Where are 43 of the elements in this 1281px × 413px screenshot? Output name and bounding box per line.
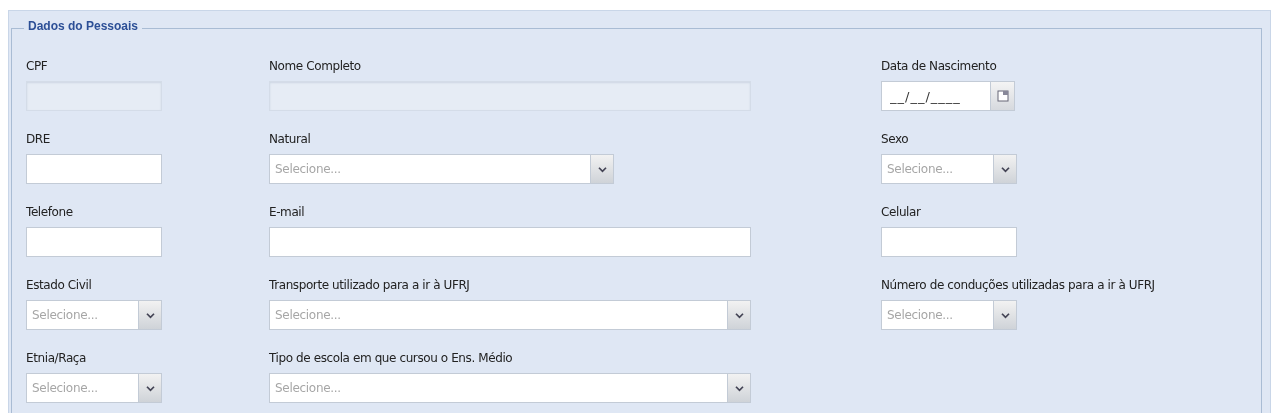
dropdown-button[interactable] xyxy=(138,374,161,402)
field-label: Transporte utilizado para a ir à UFRJ xyxy=(269,277,471,294)
caret-icon xyxy=(145,311,155,319)
field-label: Número de conduções utilizadas para a ir à UFRJ xyxy=(881,277,1156,294)
dropdown-button[interactable] xyxy=(590,155,613,183)
date-field[interactable]: __/__/____ xyxy=(881,81,991,111)
field-label: Sexo xyxy=(881,131,910,148)
caret-icon xyxy=(734,311,744,319)
field-label: Natural xyxy=(269,131,312,148)
dropdown-field[interactable]: Selecione... xyxy=(26,373,162,403)
dropdown-field[interactable]: Selecione... xyxy=(269,373,751,403)
dropdown-field[interactable]: Selecione... xyxy=(881,154,1017,184)
field-label: Data de Nascimento xyxy=(881,58,998,75)
caret-icon xyxy=(1000,165,1010,173)
field-label: Nome Completo xyxy=(269,58,362,75)
field-label: DRE xyxy=(26,131,51,148)
text-field[interactable] xyxy=(269,227,751,257)
field-label: Telefone xyxy=(26,204,74,221)
dropdown-button[interactable] xyxy=(138,301,161,329)
dropdown-button[interactable] xyxy=(993,155,1016,183)
fieldset-legend: Dados do Pessoais xyxy=(24,19,143,33)
text-field[interactable] xyxy=(26,227,162,257)
dropdown-button[interactable] xyxy=(727,301,750,329)
field-label: Tipo de escola em que cursou o Ens. Médio xyxy=(269,350,514,367)
field-label: E-mail xyxy=(269,204,306,221)
dropdown-button[interactable] xyxy=(727,374,750,402)
dropdown-field[interactable]: Selecione... xyxy=(269,300,751,330)
caret-icon xyxy=(1000,311,1010,319)
caret-icon xyxy=(734,384,744,392)
text-field[interactable] xyxy=(26,154,162,184)
field-label: Etnia/Raça xyxy=(26,350,87,367)
calendar-icon xyxy=(996,90,1009,102)
dropdown-button[interactable] xyxy=(993,301,1016,329)
dropdown-field[interactable]: Selecione... xyxy=(269,154,614,184)
dropdown-field[interactable]: Selecione... xyxy=(881,300,1017,330)
field-label: Celular xyxy=(881,204,922,221)
caret-icon xyxy=(145,384,155,392)
field-label: CPF xyxy=(26,58,49,75)
calendar-button[interactable] xyxy=(991,81,1015,111)
field-label: Estado Civil xyxy=(26,277,93,294)
caret-icon xyxy=(597,165,607,173)
dropdown-field[interactable]: Selecione... xyxy=(26,300,162,330)
text-field[interactable] xyxy=(881,227,1017,257)
